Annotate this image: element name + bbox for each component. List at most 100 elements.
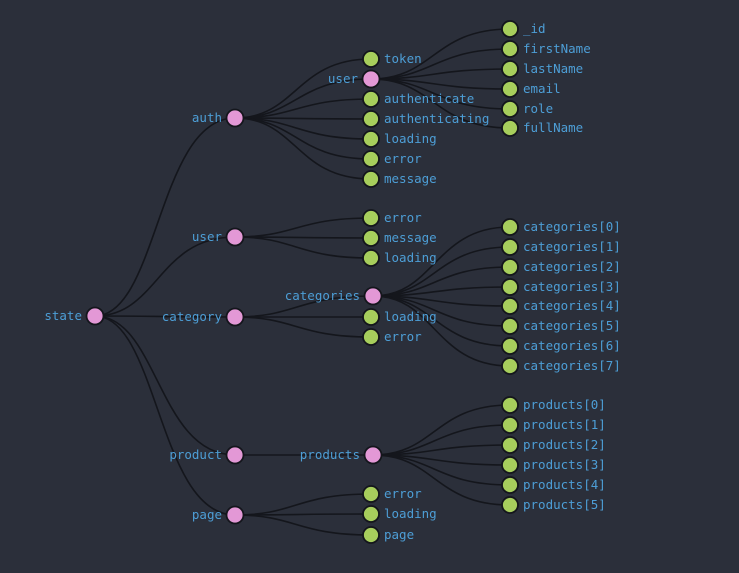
expandable-node[interactable]: page: [192, 505, 245, 525]
leaf-node[interactable]: error: [362, 485, 422, 503]
node-dot-parent[interactable]: [85, 306, 105, 326]
leaf-node[interactable]: error: [362, 150, 422, 168]
node-label: state: [44, 308, 82, 323]
leaf-node[interactable]: message: [362, 170, 437, 188]
node-label: authenticating: [384, 111, 489, 126]
node-dot-leaf[interactable]: [362, 50, 380, 68]
node-dot-leaf[interactable]: [501, 456, 519, 474]
node-dot-parent[interactable]: [225, 445, 245, 465]
node-dot-leaf[interactable]: [501, 258, 519, 276]
node-label: user: [192, 229, 223, 244]
expandable-node[interactable]: products: [300, 445, 383, 465]
node-dot-leaf[interactable]: [362, 150, 380, 168]
node-label: message: [384, 230, 437, 245]
node-dot-leaf[interactable]: [501, 416, 519, 434]
node-dot-leaf[interactable]: [362, 526, 380, 544]
node-label: role: [523, 101, 553, 116]
node-label: loading: [384, 506, 437, 521]
node-label: error: [384, 329, 422, 344]
node-dot-leaf[interactable]: [501, 238, 519, 256]
node-label: categories[7]: [523, 358, 621, 373]
node-dot-leaf[interactable]: [362, 229, 380, 247]
node-label: products[2]: [523, 437, 606, 452]
node-dot-leaf[interactable]: [362, 485, 380, 503]
node-dot-leaf[interactable]: [501, 357, 519, 375]
node-label: fullName: [523, 120, 583, 135]
node-dot-leaf[interactable]: [501, 100, 519, 118]
node-label: loading: [384, 131, 437, 146]
node-dot-leaf[interactable]: [501, 20, 519, 38]
node-dot-leaf[interactable]: [501, 80, 519, 98]
expandable-node[interactable]: auth: [192, 108, 245, 128]
node-dot-leaf[interactable]: [501, 218, 519, 236]
expandable-node[interactable]: product: [169, 445, 245, 465]
leaf-node[interactable]: error: [362, 328, 422, 346]
node-label: authenticate: [384, 91, 474, 106]
expandable-node[interactable]: user: [328, 69, 381, 89]
leaf-node[interactable]: _id: [501, 20, 546, 38]
node-label: categories: [285, 288, 360, 303]
leaf-node[interactable]: role: [501, 100, 553, 118]
node-label: error: [384, 210, 422, 225]
leaf-node[interactable]: lastName: [501, 60, 583, 78]
leaf-node[interactable]: fullName: [501, 119, 583, 137]
leaf-node[interactable]: page: [362, 526, 414, 544]
node-dot-parent[interactable]: [363, 286, 383, 306]
node-dot-parent[interactable]: [361, 69, 381, 89]
node-dot-leaf[interactable]: [501, 496, 519, 514]
node-label: products[5]: [523, 497, 606, 512]
node-label: email: [523, 81, 561, 96]
node-label: user: [328, 71, 359, 86]
node-label: message: [384, 171, 437, 186]
node-dot-leaf[interactable]: [501, 297, 519, 315]
node-dot-leaf[interactable]: [501, 60, 519, 78]
node-dot-parent[interactable]: [225, 505, 245, 525]
leaf-node[interactable]: loading: [362, 505, 437, 523]
leaf-node[interactable]: token: [362, 50, 422, 68]
node-dot-leaf[interactable]: [362, 170, 380, 188]
state-tree-graph[interactable]: state auth user category product page token use…: [0, 0, 739, 573]
node-dot-leaf[interactable]: [501, 436, 519, 454]
node-dot-leaf[interactable]: [362, 249, 380, 267]
node-dot-leaf[interactable]: [362, 209, 380, 227]
expandable-node[interactable]: categories: [285, 286, 383, 306]
node-label: categories[6]: [523, 338, 621, 353]
leaf-node[interactable]: loading: [362, 130, 437, 148]
node-dot-parent[interactable]: [363, 445, 383, 465]
node-label: page: [192, 507, 222, 522]
node-dot-leaf[interactable]: [501, 278, 519, 296]
leaf-node[interactable]: error: [362, 209, 422, 227]
expandable-node[interactable]: state: [44, 306, 105, 326]
node-dot-parent[interactable]: [225, 108, 245, 128]
node-dot-leaf[interactable]: [362, 505, 380, 523]
leaf-node[interactable]: email: [501, 80, 561, 98]
node-dot-leaf[interactable]: [362, 328, 380, 346]
node-dot-leaf[interactable]: [501, 40, 519, 58]
node-dot-leaf[interactable]: [362, 90, 380, 108]
expandable-node[interactable]: category: [162, 307, 245, 327]
node-dot-leaf[interactable]: [501, 337, 519, 355]
node-dot-leaf[interactable]: [501, 396, 519, 414]
expandable-node[interactable]: user: [192, 227, 245, 247]
node-dot-parent[interactable]: [225, 307, 245, 327]
leaf-node[interactable]: loading: [362, 308, 437, 326]
leaf-node[interactable]: message: [362, 229, 437, 247]
node-dot-leaf[interactable]: [501, 317, 519, 335]
node-label: product: [169, 447, 222, 462]
node-label: error: [384, 486, 422, 501]
node-label: categories[3]: [523, 279, 621, 294]
node-dot-leaf[interactable]: [362, 308, 380, 326]
node-dot-leaf[interactable]: [362, 110, 380, 128]
node-label: products[1]: [523, 417, 606, 432]
node-dot-leaf[interactable]: [362, 130, 380, 148]
node-label: auth: [192, 110, 222, 125]
node-dot-leaf[interactable]: [501, 119, 519, 137]
node-label: lastName: [523, 61, 583, 76]
node-label: page: [384, 527, 414, 542]
node-dot-leaf[interactable]: [501, 476, 519, 494]
node-label: firstName: [523, 41, 591, 56]
leaf-node[interactable]: firstName: [501, 40, 591, 58]
node-dot-parent[interactable]: [225, 227, 245, 247]
leaf-node[interactable]: loading: [362, 249, 437, 267]
node-label: products[4]: [523, 477, 606, 492]
